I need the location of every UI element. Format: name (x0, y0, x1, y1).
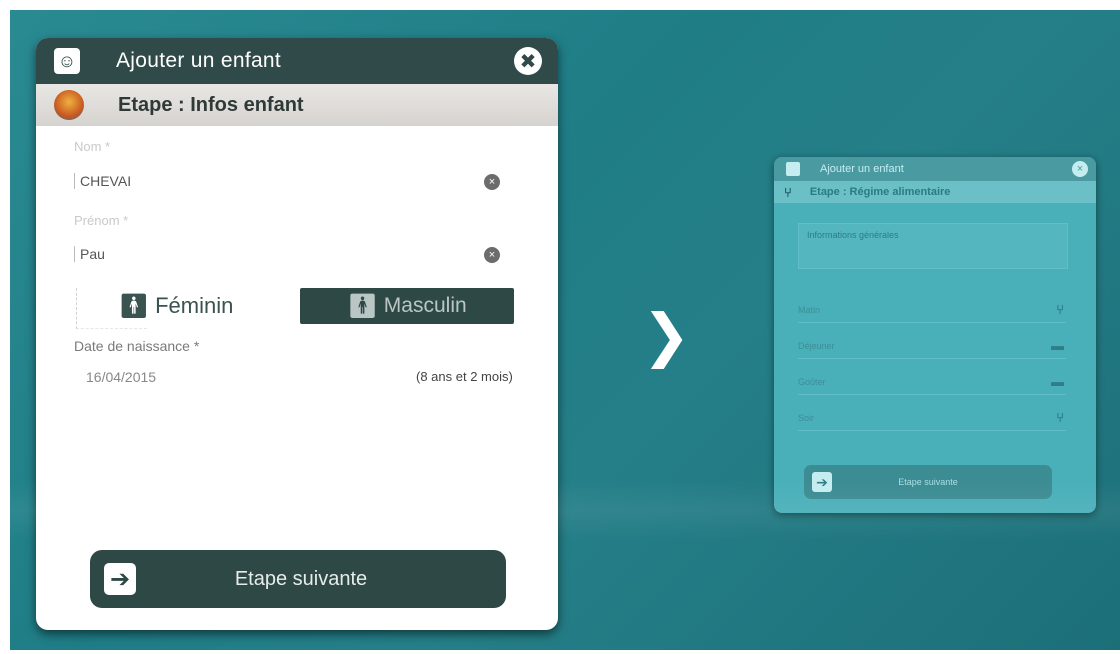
preview-row: Matin ⑂ (798, 297, 1066, 323)
add-child-dialog: ☺ Ajouter un enfant ✖ Etape : Infos enfa… (36, 38, 558, 630)
preview-title: Ajouter un enfant (820, 163, 904, 175)
preview-row-label: Matin (798, 304, 821, 315)
preview-info-box: Informations générales (798, 223, 1068, 269)
gender-masculin-button[interactable]: 🚹︎ Masculin (300, 288, 514, 324)
step-bar: Etape : Infos enfant (36, 84, 558, 126)
nom-label: Nom * (74, 139, 111, 154)
dialog-header: ☺ Ajouter un enfant ✖ (36, 38, 558, 84)
preview-row: Soir ⑂ (798, 405, 1066, 431)
dialog-title: Ajouter un enfant (116, 49, 282, 72)
prenom-label: Prénom * (74, 213, 129, 228)
preview-row: Déjeuner ▬ (798, 333, 1066, 359)
add-user-icon: ☺ (54, 48, 80, 74)
dob-label: Date de naissance * (74, 338, 200, 354)
dob-input[interactable]: 16/04/2015 (86, 369, 156, 385)
preview-step-title: Etape : Régime alimentaire (809, 186, 951, 198)
meal-icon: ▬ (1051, 338, 1064, 353)
next-step-button[interactable]: ➔ Etape suivante (90, 550, 506, 608)
person-icon: 🚹︎ (118, 292, 150, 320)
preview-close-icon: × (1072, 161, 1088, 177)
close-button[interactable]: ✖ (514, 47, 542, 75)
preview-row-label: Déjeuner (798, 340, 835, 351)
preview-header: Ajouter un enfant × (774, 157, 1096, 181)
preview-row-label: Soir (798, 412, 815, 423)
meal-icon: ▬ (1051, 374, 1064, 389)
child-avatar-icon (54, 90, 84, 120)
prenom-caret (74, 246, 75, 262)
background: ☺ Ajouter un enfant ✖ Etape : Infos enfa… (10, 10, 1120, 650)
gender-feminin-label: Féminin (155, 293, 234, 318)
preview-row-label: Goûter (798, 376, 826, 387)
prenom-clear-button[interactable]: × (484, 247, 500, 263)
fork-knife-icon: ⑂ (1056, 302, 1064, 317)
nom-input[interactable]: CHEVAI (80, 173, 131, 189)
arrow-right-icon: ➔ (104, 563, 136, 595)
fork-knife-icon: ⑂ (784, 184, 792, 200)
gender-feminin-button[interactable]: 🚹︎ Féminin (76, 288, 276, 329)
next-step-label: Etape suivante (234, 567, 368, 590)
gender-masculin-label: Masculin (383, 294, 467, 317)
step-title: Etape : Infos enfant (118, 93, 304, 116)
person-icon: 🚹︎ (347, 292, 378, 320)
arrow-right-icon: ➔ (812, 472, 832, 492)
preview-step-bar: ⑂ Etape : Régime alimentaire (774, 181, 1096, 203)
nom-caret (74, 173, 75, 189)
preview-row: Goûter ▬ (798, 369, 1066, 395)
preview-dialog: Ajouter un enfant × ⑂ Etape : Régime ali… (774, 157, 1096, 513)
preview-next-button: ➔ Etape suivante (804, 465, 1052, 499)
preview-next-label: Etape suivante (898, 477, 958, 487)
fork-knife-icon: ⑂ (1056, 410, 1064, 425)
add-user-icon (786, 162, 800, 176)
chevron-right-icon: ❯ (642, 303, 691, 368)
nom-clear-button[interactable]: × (484, 174, 500, 190)
prenom-input[interactable]: Pau (80, 246, 105, 262)
dob-age-text: (8 ans et 2 mois) (416, 369, 513, 384)
